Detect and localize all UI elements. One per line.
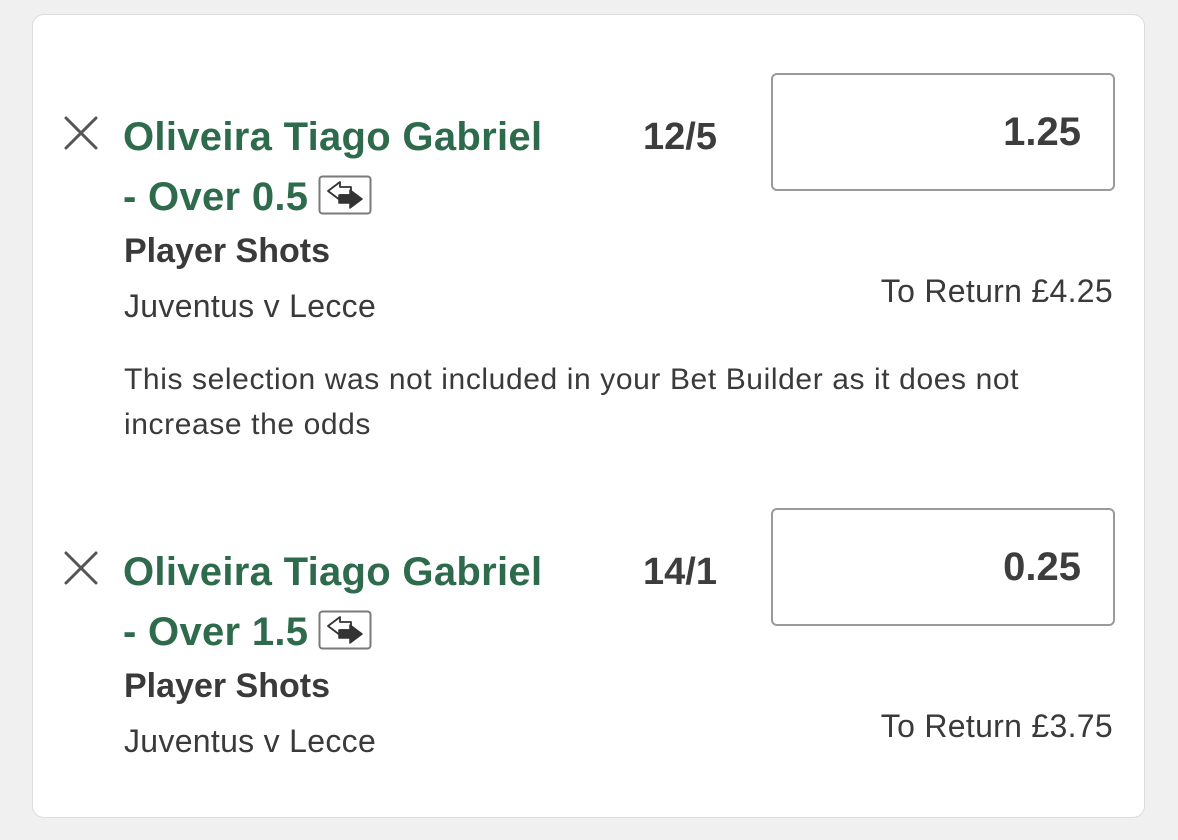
swap-arrows-icon[interactable] [318,610,372,650]
close-icon[interactable] [63,550,99,586]
to-return-amount: To Return £4.25 [880,273,1113,309]
event-name: Juventus v Lecce [124,723,377,759]
stake-input[interactable] [771,73,1115,191]
selection-odds: 12/5 [643,116,717,158]
remove-selection-button[interactable] [63,115,99,151]
bet-builder-notice: This selection was not included in your … [124,363,1020,441]
selection-name-line1: Oliveira Tiago Gabriel [123,115,543,159]
selection-name-line2: - Over 0.5 [123,175,309,219]
stake-input[interactable] [771,508,1115,626]
selection-name-line1: Oliveira Tiago Gabriel [123,550,543,594]
selection-name: Oliveira Tiago Gabriel - Over 0.5 [123,107,623,227]
remove-selection-button[interactable] [63,550,99,586]
selection-name-line2: - Over 1.5 [123,610,309,654]
bet-slip-card: Oliveira Tiago Gabriel - Over 0.5 12/5 P… [32,14,1145,818]
to-return-amount: To Return £3.75 [880,708,1113,744]
selection-odds: 14/1 [643,551,717,593]
selection-name: Oliveira Tiago Gabriel - Over 1.5 [123,542,623,662]
market-name: Player Shots [124,667,330,705]
swap-arrows-icon[interactable] [318,175,372,215]
market-name: Player Shots [124,232,330,270]
close-icon[interactable] [63,115,99,151]
event-name: Juventus v Lecce [124,288,377,324]
